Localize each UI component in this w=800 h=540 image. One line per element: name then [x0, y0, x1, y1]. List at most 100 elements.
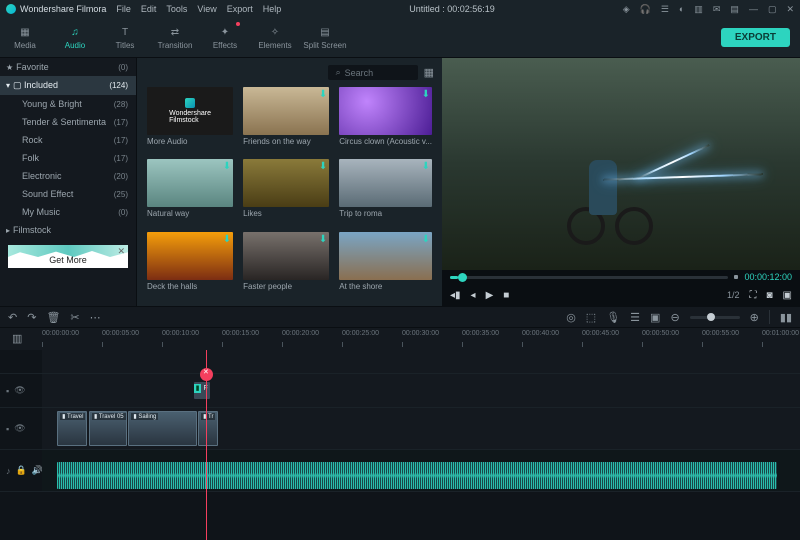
collection-icon[interactable]: ▥ — [694, 4, 703, 15]
close-icon[interactable]: ✕ — [786, 4, 794, 15]
download-icon[interactable]: ⬇ — [422, 234, 430, 245]
tab-media[interactable]: ▦Media — [0, 18, 50, 57]
video-clip[interactable]: ▮ Sailing — [128, 411, 196, 446]
menu-export[interactable]: Export — [227, 4, 253, 14]
detach-icon[interactable]: ▣ — [783, 290, 792, 301]
track-mute-icon[interactable]: ♪ — [6, 466, 11, 476]
track-text[interactable]: ▪ 👁 ▮F — [0, 374, 800, 408]
sidebar-item-tender-sentimenta[interactable]: Tender & Sentimenta(17) — [0, 113, 136, 131]
sidebar-item-rock[interactable]: Rock(17) — [0, 131, 136, 149]
asset-item[interactable]: ⬇Trip to roma — [339, 159, 432, 225]
record-icon[interactable]: 🎙 — [606, 311, 620, 324]
zoom-in-icon[interactable]: ⊕ — [750, 311, 759, 324]
video-clip[interactable]: ▮ Travel 05 — [89, 411, 127, 446]
sidebar-item-sound-effect[interactable]: Sound Effect(25) — [0, 185, 136, 203]
zoom-out-icon[interactable]: ⊖ — [670, 311, 679, 324]
tab-split-screen[interactable]: ▤Split Screen — [300, 18, 350, 57]
notes-icon[interactable]: ▤ — [730, 4, 739, 15]
tab-audio[interactable]: ♫Audio — [50, 18, 100, 57]
diamond-icon[interactable]: ◈ — [623, 4, 630, 15]
message-icon[interactable]: ✉ — [713, 4, 721, 15]
undo-icon[interactable]: ↶ — [8, 311, 17, 324]
asset-item[interactable]: ⬇At the shore — [339, 232, 432, 298]
track-lock-icon[interactable]: ▪ — [6, 386, 9, 396]
redo-icon[interactable]: ↷ — [27, 311, 36, 324]
close-getmore-icon[interactable]: ✕ — [117, 246, 125, 257]
menu-tools[interactable]: Tools — [166, 4, 187, 14]
track-lock-icon[interactable]: ▪ — [6, 424, 9, 434]
track-audio[interactable]: ♪🔒🔊 ♪ Circus clown (Acoustic version) — [0, 450, 800, 492]
asset-item[interactable]: WondershareFilmstockMore Audio — [147, 87, 233, 153]
audio-clip[interactable]: ♪ Circus clown (Acoustic version) — [57, 462, 777, 489]
fullscreen-icon[interactable]: ⛶ — [750, 290, 757, 301]
sidebar-item-folk[interactable]: Folk(17) — [0, 149, 136, 167]
asset-item[interactable]: ⬇Deck the halls — [147, 232, 233, 298]
menu-view[interactable]: View — [197, 4, 216, 14]
sidebar-included[interactable]: ▾▢ Included (124) — [0, 76, 136, 95]
download-icon[interactable]: ⬇ — [422, 89, 430, 100]
headset-icon[interactable]: 🎧 — [640, 4, 651, 15]
tab-transition[interactable]: ⇄Transition — [150, 18, 200, 57]
account-icon[interactable]: ◐ — [679, 4, 684, 14]
text-clip[interactable]: ▮F — [194, 382, 211, 399]
media-icon: ▦ — [18, 25, 32, 39]
sidebar-item-young-bright[interactable]: Young & Bright(28) — [0, 95, 136, 113]
sidebar-filmstock[interactable]: ▸Filmstock — [0, 221, 136, 239]
search-input[interactable]: ⌕ Search — [328, 65, 418, 80]
more-icon[interactable]: ⋯ — [90, 311, 101, 324]
track-video[interactable]: ▪ 👁 ▮ Travel▮ Travel 05▮ Sailing▮ Tr — [0, 408, 800, 450]
track-lock-icon[interactable]: 🔒 — [16, 465, 27, 476]
preview-scrubber[interactable]: 00:00:12:00 — [442, 270, 800, 284]
tab-titles[interactable]: TTitles — [100, 18, 150, 57]
prev-frame-button[interactable]: ◂▮ — [450, 290, 461, 301]
mixer-icon[interactable]: ☰ — [630, 311, 640, 324]
get-more-label: Get More — [49, 255, 87, 265]
asset-item[interactable]: ⬇Friends on the way — [243, 87, 329, 153]
tab-effects[interactable]: ✦Effects — [200, 18, 250, 57]
tab-elements[interactable]: ✧Elements — [250, 18, 300, 57]
asset-item[interactable]: ⬇Likes — [243, 159, 329, 225]
play-button[interactable]: ▶ — [486, 290, 494, 301]
fit-icon[interactable]: ▮▮ — [780, 311, 792, 324]
view-grid-icon[interactable]: ▦ — [424, 66, 434, 79]
export-button[interactable]: EXPORT — [721, 28, 790, 47]
track-visible-icon[interactable]: 👁 — [14, 385, 25, 396]
asset-item[interactable]: ⬇Circus clown (Acoustic v... — [339, 87, 432, 153]
sidebar-filmstock-label: Filmstock — [13, 225, 51, 235]
video-preview[interactable] — [442, 58, 800, 270]
stop-button[interactable]: ■ — [503, 290, 509, 301]
video-clip[interactable]: ▮ Travel — [57, 411, 87, 446]
download-icon[interactable]: ⬇ — [319, 234, 327, 245]
split-icon[interactable]: ✂ — [70, 311, 79, 324]
minimize-icon[interactable]: — — [749, 4, 758, 14]
sidebar-favorite[interactable]: ★Favorite (0) — [0, 58, 136, 76]
menu-file[interactable]: File — [116, 4, 131, 14]
download-icon[interactable]: ⬇ — [223, 161, 231, 172]
download-icon[interactable]: ⬇ — [319, 161, 327, 172]
snapshot-icon[interactable]: ◙ — [767, 290, 773, 301]
snap-icon[interactable]: ▥ — [12, 332, 22, 345]
menu-help[interactable]: Help — [263, 4, 282, 14]
step-back-button[interactable]: ◂ — [471, 290, 476, 301]
download-icon[interactable]: ⬇ — [319, 89, 327, 100]
sidebar-item-my-music[interactable]: My Music(0) — [0, 203, 136, 221]
search-icon: ⌕ — [336, 67, 341, 78]
video-clip[interactable]: ▮ Tr — [198, 411, 218, 446]
gift-icon[interactable]: ☰ — [661, 4, 669, 15]
menu-edit[interactable]: Edit — [141, 4, 157, 14]
marker-icon[interactable]: ◎ — [566, 311, 576, 324]
frame-icon[interactable]: ▣ — [650, 311, 660, 324]
get-more-button[interactable]: ✕ Get More — [8, 245, 128, 268]
zoom-slider[interactable] — [690, 316, 740, 319]
playhead[interactable] — [206, 350, 207, 540]
asset-item[interactable]: ⬇Faster people — [243, 232, 329, 298]
maximize-icon[interactable]: ▢ — [768, 4, 777, 15]
delete-icon[interactable]: 🗑 — [46, 311, 60, 324]
asset-item[interactable]: ⬇Natural way — [147, 159, 233, 225]
mic-icon[interactable]: ⬚ — [586, 311, 596, 324]
sidebar-item-electronic[interactable]: Electronic(20) — [0, 167, 136, 185]
download-icon[interactable]: ⬇ — [223, 234, 231, 245]
timeline-ruler[interactable]: ▥ 00:00:00:0000:00:05:0000:00:10:0000:00… — [0, 328, 800, 350]
track-visible-icon[interactable]: 👁 — [14, 423, 25, 434]
download-icon[interactable]: ⬇ — [422, 161, 430, 172]
